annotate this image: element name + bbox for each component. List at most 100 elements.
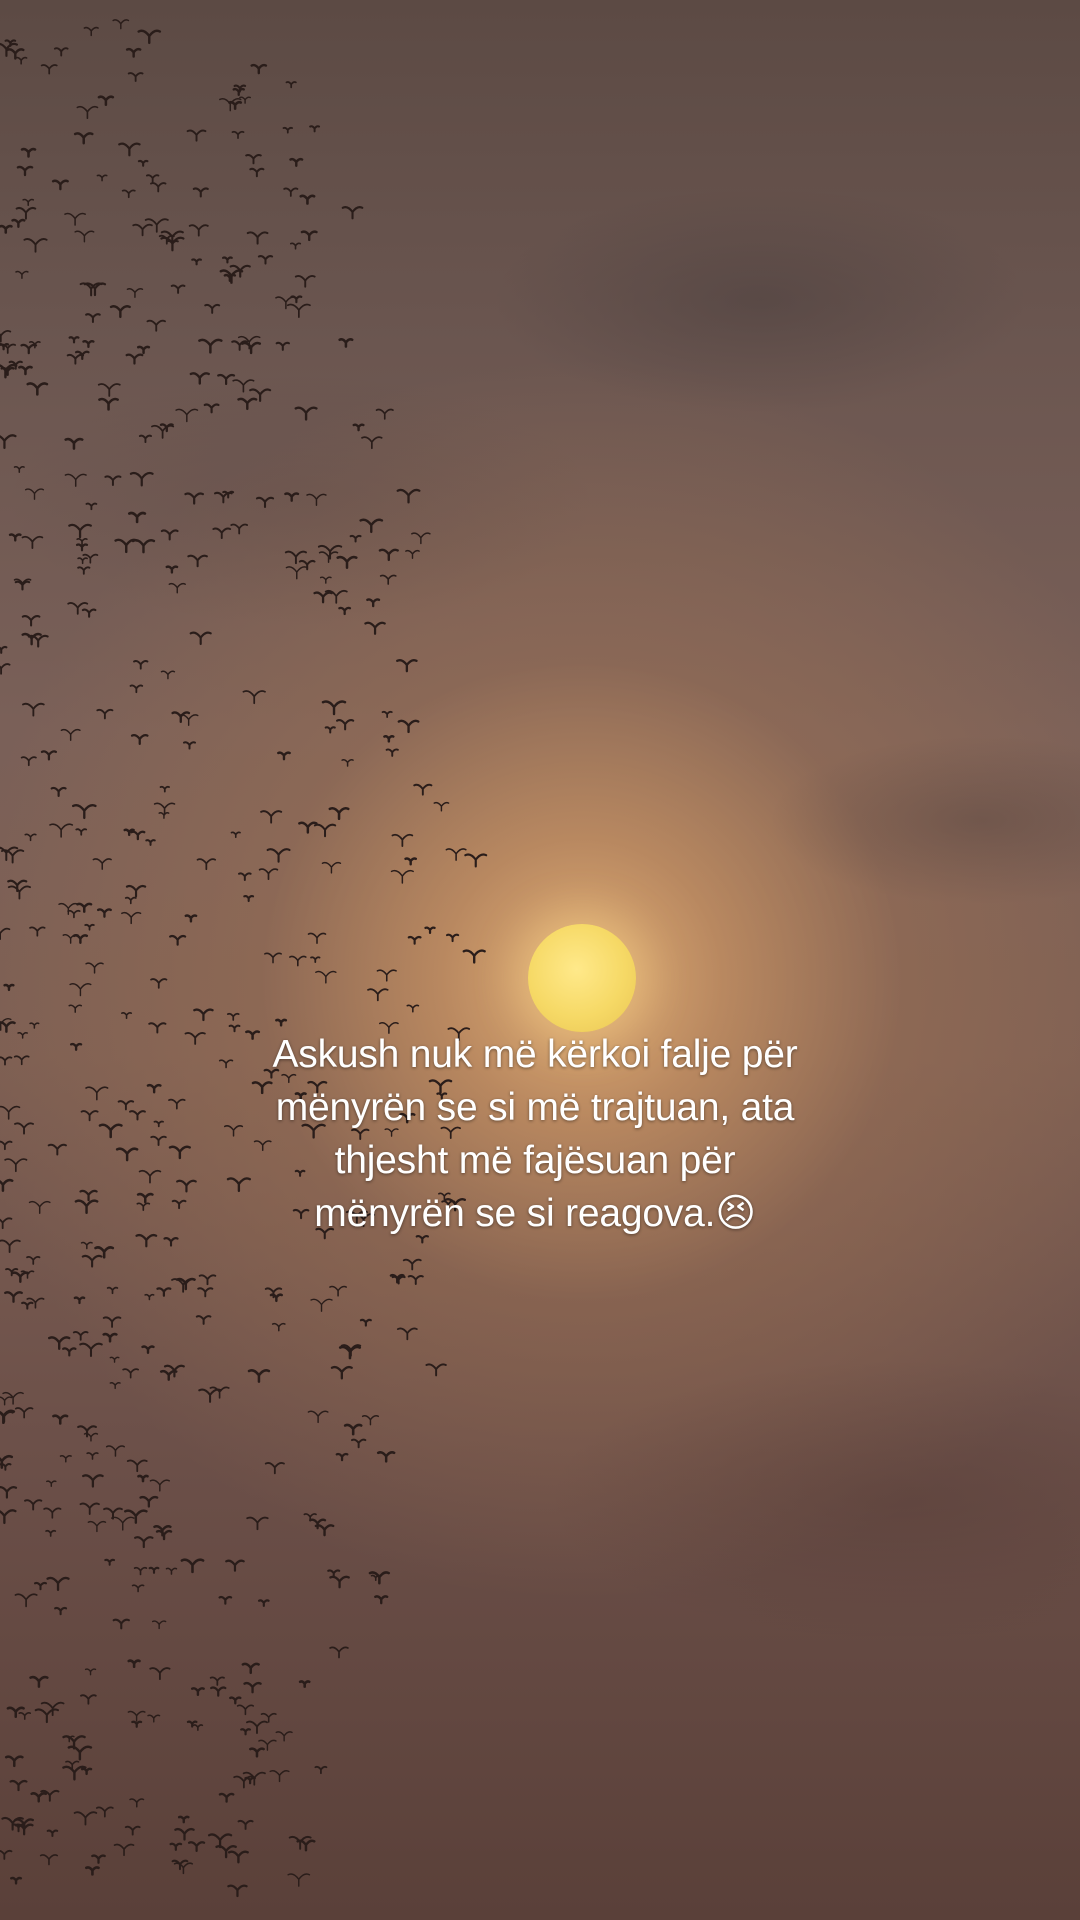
bird-silhouette — [72, 1330, 89, 1341]
bird-silhouette — [127, 72, 144, 82]
bird-silhouette — [374, 1595, 389, 1605]
bird-silhouette — [249, 167, 265, 178]
bird-silhouette — [155, 1529, 173, 1541]
bird-silhouette — [251, 1081, 273, 1095]
bird-silhouette — [85, 1866, 100, 1876]
bird-silhouette — [329, 1285, 348, 1297]
bird-silhouette — [163, 1237, 179, 1247]
bird-silhouette — [184, 914, 198, 923]
bird-silhouette — [228, 1024, 241, 1033]
bird-silhouette — [375, 408, 394, 420]
bird-silhouette — [275, 1731, 293, 1742]
bird-silhouette — [191, 258, 202, 266]
bird-flock — [0, 19, 488, 1898]
bird-silhouette — [286, 303, 311, 319]
bird-silhouette — [218, 1059, 234, 1069]
bird-silhouette — [277, 751, 291, 761]
bird-silhouette — [192, 187, 209, 198]
bird-silhouette — [190, 1687, 205, 1697]
bird-silhouette — [17, 1031, 28, 1039]
bird-silhouette — [97, 383, 121, 397]
bird-silhouette — [218, 1595, 233, 1605]
bird-silhouette — [198, 338, 223, 354]
bird-silhouette — [189, 631, 212, 646]
bird-silhouette — [350, 1438, 367, 1449]
bird-silhouette — [145, 839, 156, 846]
bird-silhouette — [310, 1298, 333, 1312]
bird-silhouette — [85, 1086, 109, 1101]
bird-silhouette — [241, 1662, 260, 1675]
bird-silhouette — [150, 182, 167, 193]
bird-silhouette — [77, 566, 91, 575]
bird-silhouette — [361, 1415, 380, 1426]
bird-silhouette — [136, 1202, 151, 1212]
bird-silhouette — [67, 909, 81, 919]
bird-silhouette — [0, 434, 17, 450]
bird-silhouette — [169, 1842, 183, 1851]
bird-silhouette — [413, 783, 433, 796]
bird-silhouette — [137, 159, 149, 167]
bird-silhouette — [341, 206, 364, 220]
bird-silhouette — [23, 238, 48, 253]
bird-silhouette — [46, 1480, 57, 1487]
bird-silhouette — [341, 759, 354, 767]
bird-silhouette — [379, 574, 397, 585]
bird-silhouette — [182, 741, 197, 750]
bird-silhouette — [0, 1396, 13, 1406]
bird-silhouette — [275, 1018, 288, 1027]
bird-silhouette — [390, 869, 414, 884]
bird-silhouette — [46, 1576, 70, 1592]
bird-silhouette — [405, 549, 420, 559]
bird-silhouette — [127, 511, 147, 524]
bird-silhouette — [298, 821, 318, 834]
bird-silhouette — [109, 305, 131, 319]
bird-silhouette — [149, 1667, 171, 1681]
bird-silhouette — [0, 1849, 13, 1860]
bird-silhouette — [222, 256, 233, 264]
bird-silhouette — [81, 608, 97, 618]
bird-silhouette — [148, 1022, 167, 1034]
bird-silhouette — [230, 831, 241, 839]
bird-silhouette — [336, 555, 358, 569]
bird-silhouette — [26, 382, 49, 396]
bird-silhouette — [137, 345, 151, 355]
bird-silhouette — [187, 554, 208, 568]
bird-silhouette — [124, 1509, 148, 1524]
bird-silhouette — [275, 296, 297, 310]
bird-silhouette — [138, 434, 153, 443]
bird-silhouette — [282, 126, 293, 134]
bird-silhouette — [21, 615, 41, 627]
bird-silhouette — [266, 848, 291, 863]
bird-silhouette — [0, 1056, 13, 1066]
bird-silhouette — [22, 702, 45, 717]
bird-silhouette — [148, 1566, 160, 1574]
bird-silhouette — [343, 1423, 363, 1436]
bird-silhouette — [237, 1819, 254, 1830]
bird-silhouette — [0, 645, 8, 654]
bird-silhouette — [246, 231, 269, 245]
bird-silhouette — [300, 230, 318, 242]
bird-silhouette — [309, 125, 321, 133]
bird-silhouette — [26, 1255, 41, 1265]
bird-silhouette — [283, 187, 299, 197]
bird-silhouette — [307, 932, 327, 944]
bird-silhouette — [80, 1241, 93, 1250]
bird-silhouette — [335, 1452, 349, 1462]
bird-silhouette — [313, 591, 333, 604]
bird-silhouette — [14, 1593, 38, 1608]
bird-silhouette — [98, 397, 119, 411]
bird-silhouette — [249, 1747, 265, 1758]
bird-silhouette — [0, 330, 12, 343]
bird-silhouette — [39, 1854, 59, 1866]
bird-silhouette — [310, 956, 321, 964]
bird-silhouette — [203, 403, 220, 414]
bird-silhouette — [313, 823, 337, 838]
bird-silhouette — [165, 565, 179, 574]
bird-silhouette — [258, 868, 279, 881]
bird-silhouette — [188, 224, 209, 237]
bird-silhouette — [217, 373, 236, 386]
bird-silhouette — [51, 179, 69, 191]
bird-silhouette — [125, 47, 142, 58]
bird-silhouette — [14, 1407, 34, 1419]
bird-silhouette — [64, 437, 84, 450]
